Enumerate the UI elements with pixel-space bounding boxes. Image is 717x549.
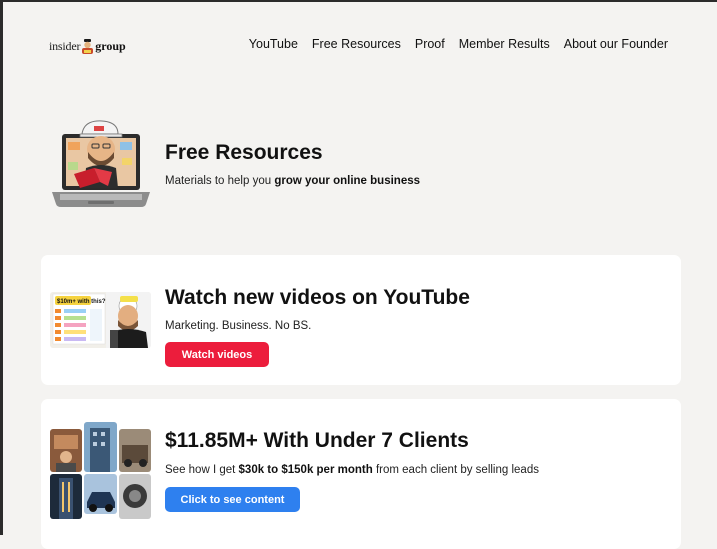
youtube-card: $10m+ with this? Watch new videos on You… <box>41 255 681 385</box>
youtube-card-title: Watch new videos on YouTube <box>165 286 470 309</box>
collage-photo-1 <box>50 429 82 472</box>
youtube-card-description: Marketing. Business. No BS. <box>165 320 312 332</box>
clients-desc-prefix: See how I get <box>165 464 239 476</box>
window-top-edge <box>0 0 717 2</box>
clients-card-title: $11.85M+ With Under 7 Clients <box>165 429 469 452</box>
nav-member-results[interactable]: Member Results <box>459 37 550 51</box>
page-subtitle-text: Materials to help you <box>165 175 275 187</box>
youtube-thumbnail[interactable]: $10m+ with this? <box>50 292 151 348</box>
logo[interactable]: insider group <box>49 36 126 56</box>
clients-card-description: See how I get $30k to $150k per month fr… <box>165 464 539 476</box>
collage-photo-2 <box>84 422 117 472</box>
collage-photo-4 <box>50 474 82 519</box>
collage-photo-3 <box>119 429 151 472</box>
watch-videos-button[interactable]: Watch videos <box>165 342 269 367</box>
thumbnail-caption: $10m+ with this? <box>57 299 106 305</box>
logo-text-left: insider <box>49 38 81 53</box>
logo-mascot-icon <box>82 38 94 54</box>
nav-proof[interactable]: Proof <box>415 37 445 51</box>
collage-photo-6 <box>119 474 151 519</box>
nav-about-founder[interactable]: About our Founder <box>564 37 668 51</box>
window-left-edge <box>0 0 3 535</box>
results-collage[interactable] <box>50 422 151 519</box>
nav-youtube[interactable]: YouTube <box>249 37 298 51</box>
collage-photo-5 <box>84 474 117 514</box>
logo-text-right: group <box>95 38 126 53</box>
nav-free-resources[interactable]: Free Resources <box>312 37 401 51</box>
clients-card: $11.85M+ With Under 7 Clients See how I … <box>41 399 681 549</box>
clients-desc-bold: $30k to $150k per month <box>238 464 373 476</box>
main-nav: YouTube Free Resources Proof Member Resu… <box>249 37 668 51</box>
page-title: Free Resources <box>165 141 323 164</box>
page-subtitle: Materials to help you grow your online b… <box>165 175 420 187</box>
page-subtitle-bold: grow your online business <box>274 175 420 187</box>
laptop-mascot-illustration <box>52 120 150 207</box>
see-content-button[interactable]: Click to see content <box>165 487 300 512</box>
clients-desc-suffix: from each client by selling leads <box>372 464 539 476</box>
